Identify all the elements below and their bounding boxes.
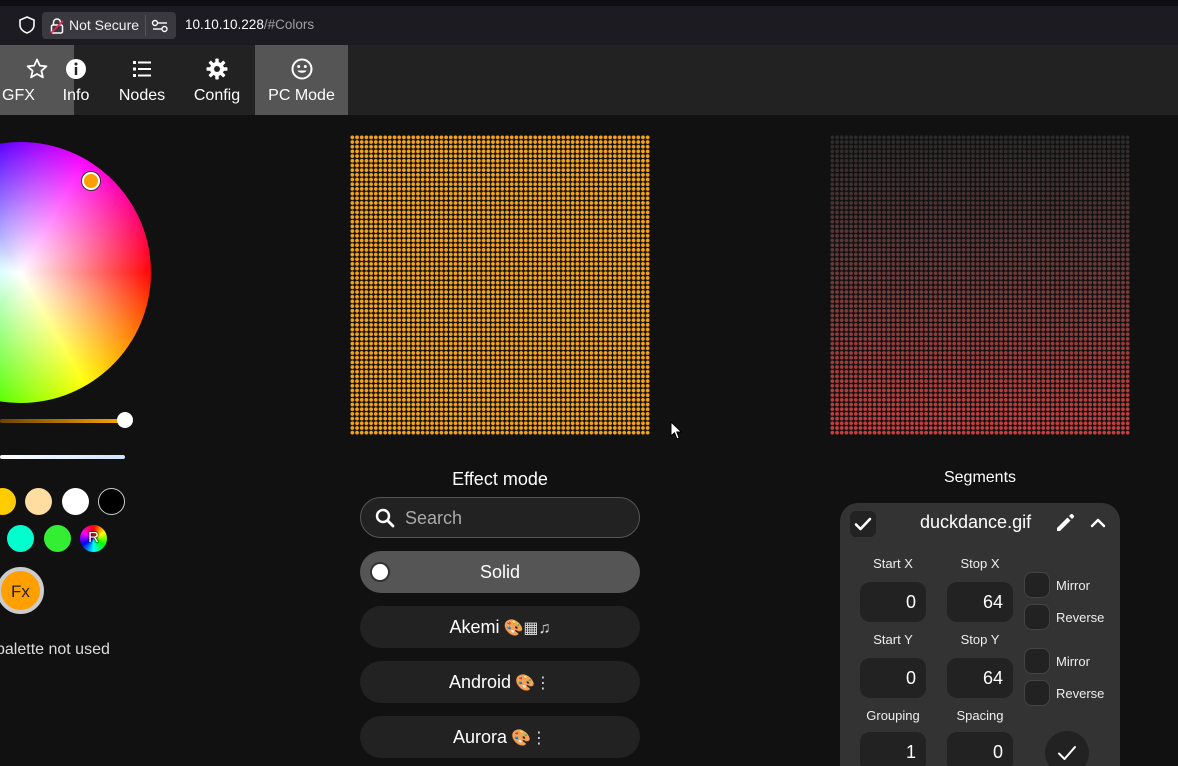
led-matrix-preview bbox=[350, 135, 650, 435]
effect-mode-title: Effect mode bbox=[452, 469, 548, 489]
smiley-icon bbox=[291, 58, 312, 80]
color-swatch-peach[interactable] bbox=[25, 488, 52, 515]
effect-name: Solid bbox=[479, 562, 521, 582]
grouping-label: Grouping bbox=[866, 708, 920, 723]
stop-x-input[interactable]: 64 bbox=[947, 582, 1013, 622]
segment-matrix-preview bbox=[830, 135, 1130, 435]
brightness-slider-thumb[interactable] bbox=[117, 412, 133, 428]
segment-name: duckdance.gif bbox=[920, 512, 1032, 532]
fx-label: Fx bbox=[11, 582, 30, 601]
mirror-y-label: Mirror bbox=[1056, 654, 1090, 669]
spacing-label: Spacing bbox=[956, 708, 1004, 723]
stop-y-input[interactable]: 64 bbox=[947, 658, 1013, 698]
start-x-input[interactable]: 0 bbox=[860, 582, 926, 622]
color-wheel-surface[interactable] bbox=[0, 142, 151, 403]
effect-flags: 🎨⋮ bbox=[515, 675, 551, 692]
top-navigation: GFX Info Nodes Config PC Mode bbox=[0, 45, 1178, 115]
app-root: Not Secure 10.10.10.228/#Colors GFX Info… bbox=[0, 0, 1178, 766]
gear-icon bbox=[206, 58, 228, 80]
apply-segment-button[interactable] bbox=[1045, 731, 1089, 766]
effect-item[interactable]: Akemi 🎨▦♫ bbox=[360, 606, 640, 648]
effect-flags: 🎨▦♫ bbox=[503, 620, 551, 637]
info-icon bbox=[66, 59, 86, 79]
reverse-y-checkbox[interactable] bbox=[1024, 680, 1050, 706]
grouping-input[interactable]: 1 bbox=[860, 732, 926, 766]
nav-info[interactable]: Info bbox=[48, 45, 104, 115]
nav-pc-mode[interactable]: PC Mode bbox=[255, 45, 348, 115]
search-icon bbox=[375, 508, 395, 528]
color-wheel-handle[interactable] bbox=[82, 172, 100, 190]
segments-title: Segments bbox=[943, 469, 1017, 486]
shield-icon[interactable] bbox=[18, 16, 36, 34]
color-swatch-white[interactable] bbox=[62, 488, 89, 515]
segment-enable-checkbox[interactable] bbox=[850, 511, 876, 537]
brightness-slider-track[interactable] bbox=[0, 419, 125, 423]
insecure-lock-icon bbox=[50, 18, 64, 34]
nav-config[interactable]: Config bbox=[184, 45, 250, 115]
url-host: 10.10.10.228 bbox=[185, 17, 264, 32]
url-field[interactable]: 10.10.10.228/#Colors bbox=[185, 17, 314, 32]
color-swatch-yellow[interactable] bbox=[0, 488, 16, 515]
random-label: R bbox=[88, 529, 99, 546]
nav-label: PC Mode bbox=[268, 87, 335, 104]
security-label: Not Secure bbox=[69, 17, 140, 33]
check-icon bbox=[1058, 746, 1076, 760]
check-icon bbox=[854, 517, 872, 531]
star-icon bbox=[26, 58, 48, 79]
random-color-button[interactable]: R bbox=[80, 525, 107, 552]
stop-x-label: Stop X bbox=[960, 556, 1000, 571]
start-x-label: Start X bbox=[873, 556, 913, 571]
security-indicator[interactable]: Not Secure bbox=[42, 12, 176, 39]
effect-name: Akemi bbox=[449, 617, 500, 637]
effect-search[interactable] bbox=[360, 497, 640, 538]
effect-name: Aurora bbox=[453, 727, 508, 747]
chevron-up-icon[interactable] bbox=[1090, 515, 1106, 531]
url-path: /#Colors bbox=[263, 17, 315, 32]
effect-search-input[interactable] bbox=[405, 506, 625, 530]
white-balance-slider[interactable] bbox=[0, 455, 125, 459]
nav-label: Info bbox=[62, 87, 90, 104]
effect-item[interactable]: Android 🎨⋮ bbox=[360, 661, 640, 703]
effect-item[interactable]: Solid bbox=[360, 551, 640, 593]
color-swatch-cyan[interactable] bbox=[7, 525, 34, 552]
reverse-y-label: Reverse bbox=[1056, 686, 1105, 701]
pencil-icon[interactable] bbox=[1054, 512, 1076, 534]
segment-card: duckdance.gif Start X Stop X 0 64 Mirror… bbox=[840, 503, 1120, 766]
start-y-input[interactable]: 0 bbox=[860, 658, 926, 698]
reverse-x-label: Reverse bbox=[1056, 610, 1105, 625]
list-icon bbox=[133, 61, 151, 77]
nav-label: Nodes bbox=[118, 87, 166, 104]
mouse-cursor-icon bbox=[670, 421, 683, 440]
mirror-y-checkbox[interactable] bbox=[1024, 648, 1050, 674]
color-wheel[interactable] bbox=[0, 142, 151, 403]
color-swatch-green[interactable] bbox=[44, 525, 71, 552]
fx-color-button[interactable]: Fx bbox=[0, 567, 44, 614]
effect-flags: 🎨⋮ bbox=[511, 730, 547, 747]
browser-address-bar: Not Secure 10.10.10.228/#Colors bbox=[0, 0, 1178, 45]
palette-note: palette not used bbox=[0, 641, 110, 658]
reverse-x-checkbox[interactable] bbox=[1024, 604, 1050, 630]
nav-label: Config bbox=[193, 87, 241, 104]
spacing-input[interactable]: 0 bbox=[947, 732, 1013, 766]
effect-name: Android bbox=[449, 672, 512, 692]
mirror-x-checkbox[interactable] bbox=[1024, 572, 1050, 598]
divider bbox=[145, 15, 146, 36]
mirror-x-label: Mirror bbox=[1056, 578, 1090, 593]
stop-y-label: Stop Y bbox=[960, 632, 1000, 647]
start-y-label: Start Y bbox=[873, 632, 913, 647]
effect-item[interactable]: Aurora 🎨⋮ bbox=[360, 716, 640, 758]
nav-nodes[interactable]: Nodes bbox=[110, 45, 174, 115]
color-swatch-black[interactable] bbox=[98, 488, 125, 515]
permissions-icon[interactable] bbox=[151, 18, 169, 34]
